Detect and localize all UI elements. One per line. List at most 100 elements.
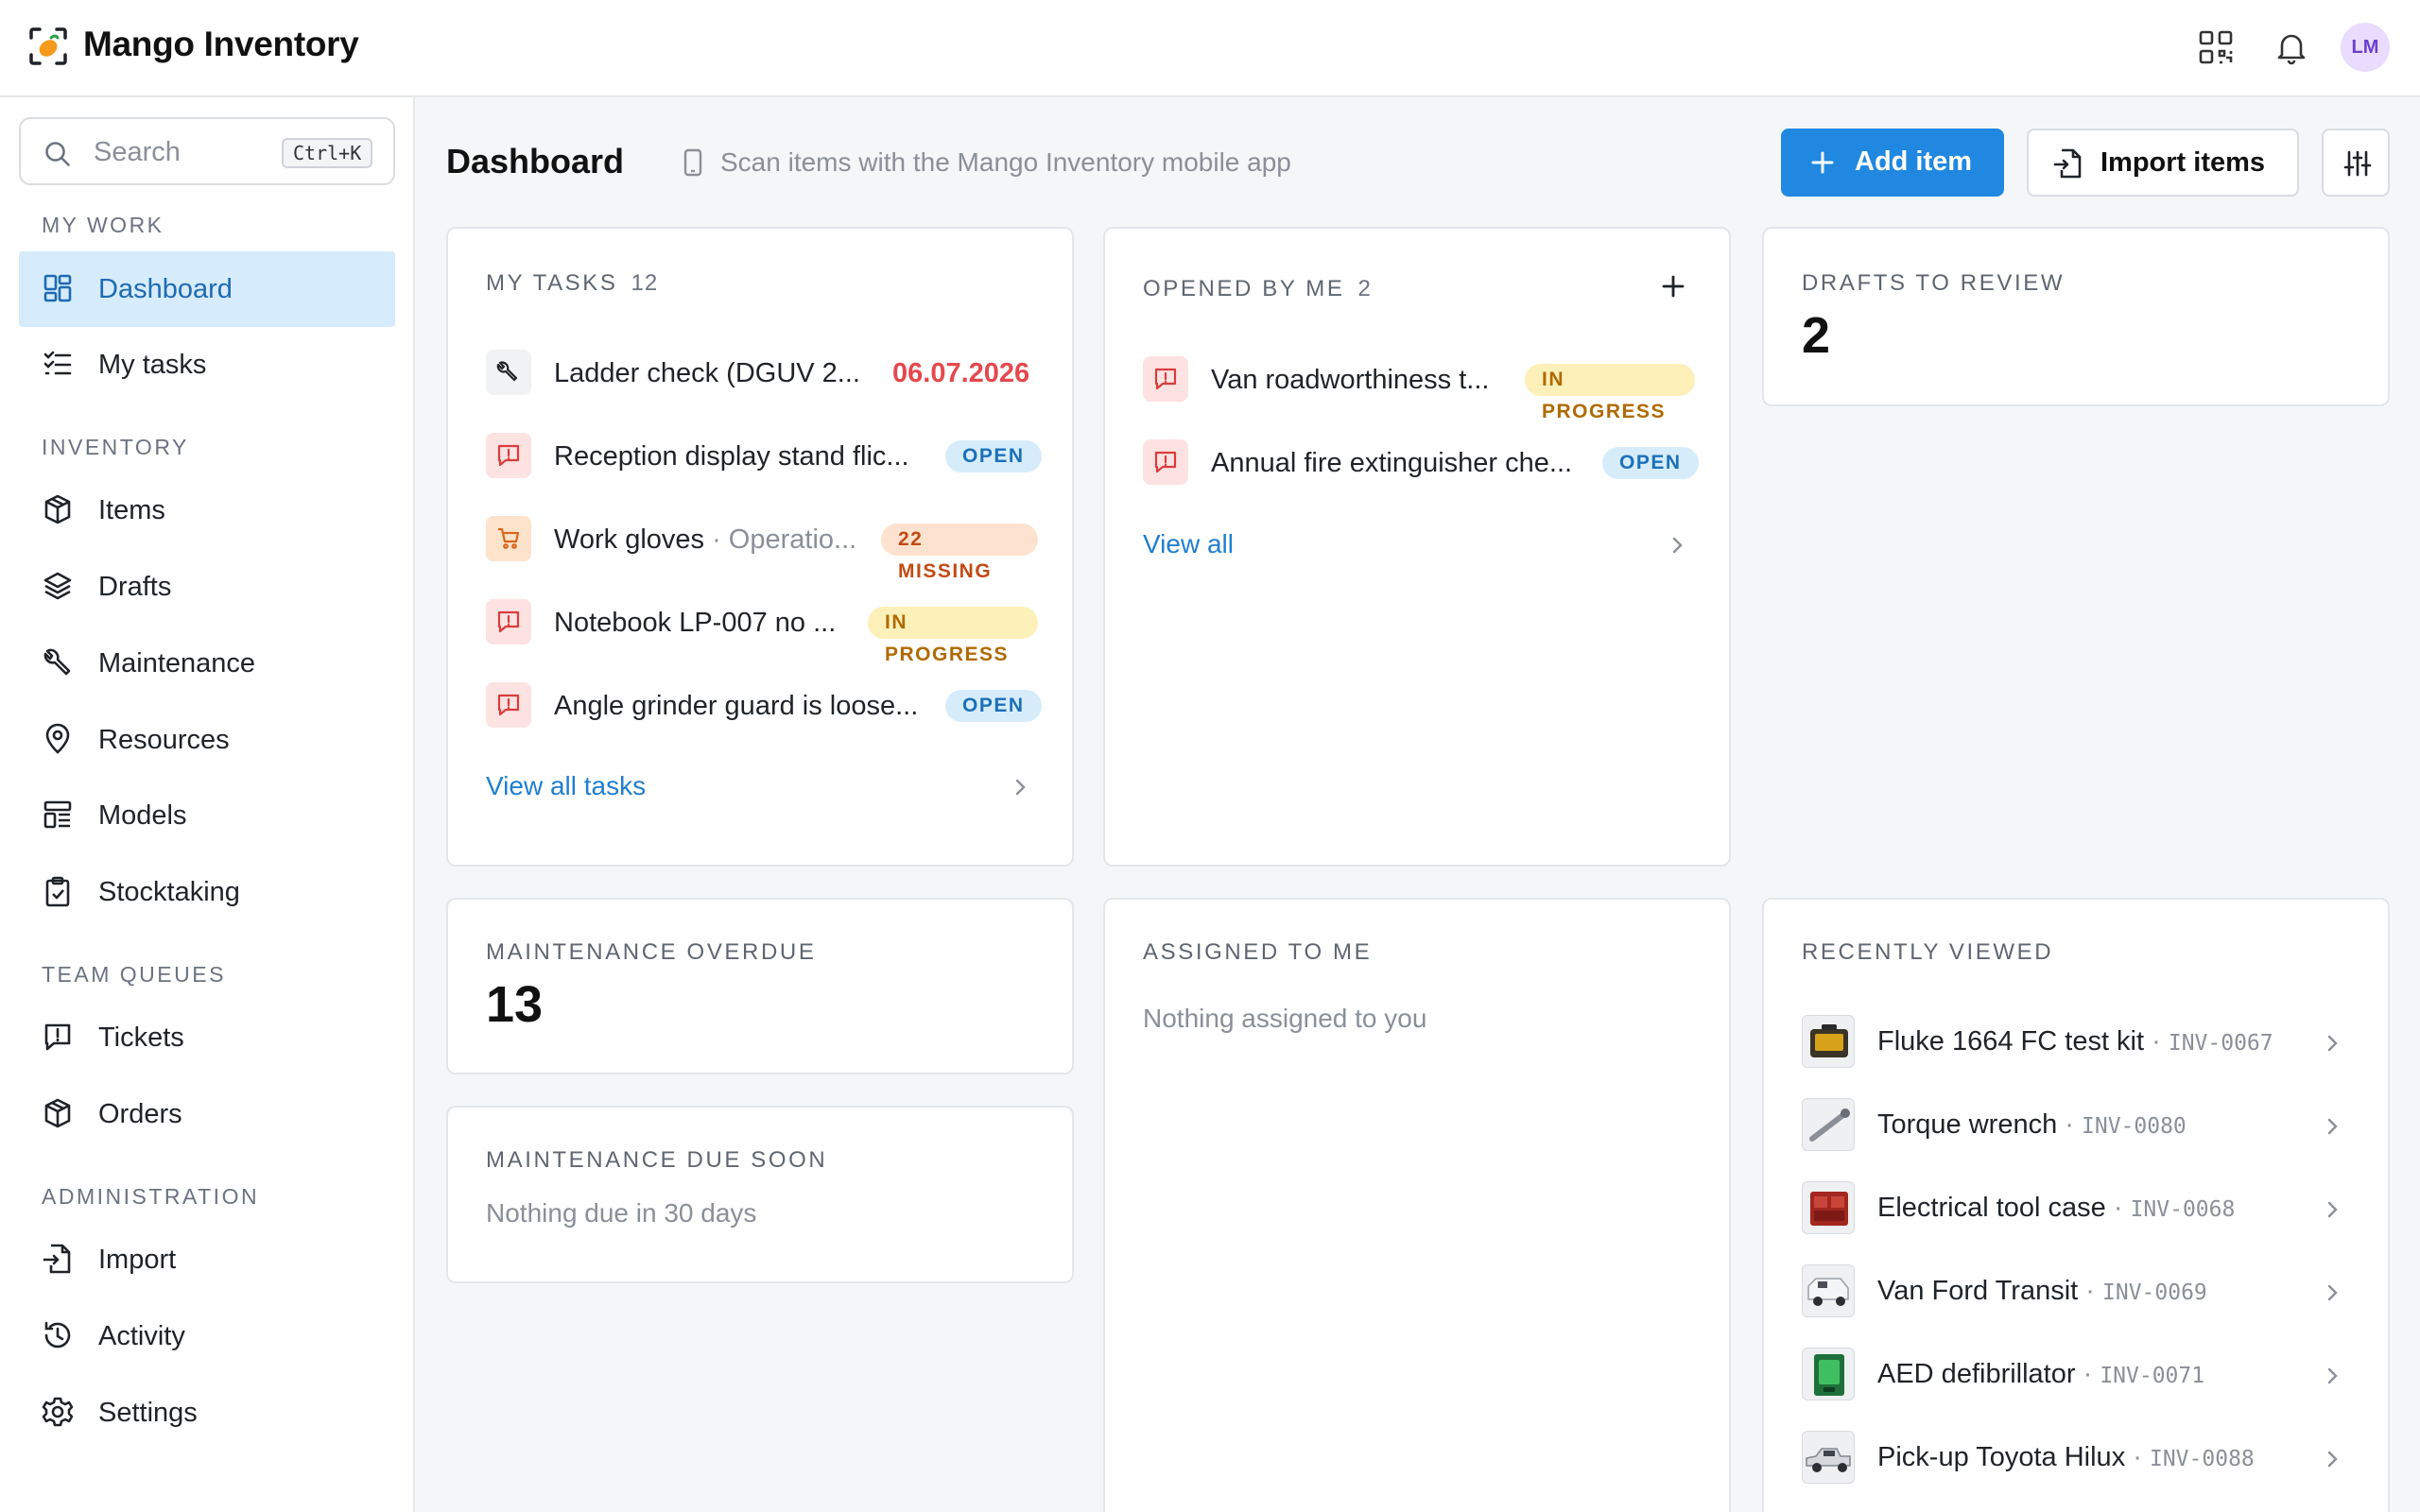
item-code: INV-0088: [2149, 1447, 2255, 1471]
location-pin-icon: [42, 723, 74, 755]
sidebar-item-label: Stocktaking: [98, 877, 240, 907]
chat-alert-icon: [42, 1021, 74, 1053]
customize-dashboard-button[interactable]: [2322, 129, 2390, 197]
sidebar-item-tickets[interactable]: Tickets: [19, 1000, 395, 1075]
sidebar-item-dashboard[interactable]: Dashboard: [19, 251, 395, 327]
separator: ·: [2105, 1193, 2131, 1223]
ticket-row[interactable]: Annual fire extinguisher che... OPEN: [1143, 438, 1699, 486]
recent-item[interactable]: Electrical tool case · INV-0068: [1802, 1181, 2369, 1238]
wrench-icon: [486, 350, 531, 395]
search-input[interactable]: Search Ctrl+K: [19, 117, 395, 185]
status-badge: 22 MISSING: [881, 524, 1038, 582]
item-name: Van Ford Transit · INV-0069: [1877, 1276, 2207, 1307]
add-item-button[interactable]: Add item: [1781, 129, 2004, 197]
task-title: Reception display stand flic...: [554, 441, 909, 472]
maintenance-overdue-card[interactable]: MAINTENANCE OVERDUE 13: [446, 898, 1074, 1074]
chat-alert-icon: [486, 682, 531, 728]
recent-item[interactable]: Fluke 1664 FC test kit · INV-0067: [1802, 1015, 2369, 1072]
item-name: AED defibrillator · INV-0071: [1877, 1359, 2204, 1390]
import-items-button[interactable]: Import items: [2027, 129, 2299, 197]
recent-item[interactable]: AED defibrillator · INV-0071: [1802, 1348, 2369, 1404]
add-ticket-button[interactable]: [1659, 272, 1687, 301]
sidebar-item-label: Drafts: [98, 572, 172, 602]
drafts-title: DRAFTS TO REVIEW: [1802, 270, 2066, 296]
sidebar-item-items[interactable]: Items: [19, 472, 395, 548]
chevron-right-icon[interactable]: [1668, 533, 1685, 558]
page-title: Dashboard: [446, 142, 625, 180]
chat-alert-icon: [1143, 439, 1188, 485]
sidebar-item-resources[interactable]: Resources: [19, 702, 395, 778]
recent-item[interactable]: Pick-up Toyota Hilux · INV-0088: [1802, 1431, 2369, 1487]
history-icon: [42, 1319, 74, 1351]
empty-state-text: Nothing assigned to you: [1143, 1004, 1427, 1033]
user-avatar[interactable]: LM: [2341, 23, 2390, 72]
item-code: INV-0068: [2130, 1197, 2236, 1222]
sidebar-item-orders[interactable]: Orders: [19, 1076, 395, 1152]
ticket-row[interactable]: Van roadworthiness t... IN PROGRESS: [1143, 355, 1695, 422]
sidebar-item-drafts[interactable]: Drafts: [19, 549, 395, 625]
maintenance-due-soon-title: MAINTENANCE DUE SOON: [486, 1147, 828, 1173]
cart-icon: [486, 516, 531, 561]
item-code: INV-0067: [2168, 1031, 2273, 1056]
item-name-text: Fluke 1664 FC test kit: [1877, 1026, 2145, 1057]
file-import-icon: [2053, 147, 2083, 180]
sidebar-item-label: Models: [98, 800, 187, 831]
sidebar-item-label: Settings: [98, 1398, 198, 1428]
qr-code-icon[interactable]: [2197, 28, 2235, 66]
item-thumbnail: [1802, 1098, 1855, 1151]
item-code: INV-0071: [2100, 1364, 2205, 1388]
sidebar-item-stocktaking[interactable]: Stocktaking: [19, 854, 395, 930]
box-icon: [42, 493, 74, 525]
sidebar-item-activity[interactable]: Activity: [19, 1298, 395, 1374]
maintenance-due-soon-card[interactable]: MAINTENANCE DUE SOON Nothing due in 30 d…: [446, 1106, 1074, 1283]
task-subtitle: · Operatio...: [704, 524, 857, 555]
task-row[interactable]: Ladder check (DGUV 2... 06.07.2026: [486, 349, 1038, 396]
sidebar-item-my-tasks[interactable]: My tasks: [19, 327, 395, 403]
import-items-label: Import items: [2100, 147, 2266, 178]
dashboard-icon: [42, 272, 74, 304]
chevron-right-icon[interactable]: [1011, 775, 1028, 799]
drafts-to-review-card[interactable]: DRAFTS TO REVIEW 2: [1762, 227, 2390, 406]
mango-logo-icon[interactable]: [28, 26, 68, 66]
task-row[interactable]: Work gloves · Operatio... 22 MISSING: [486, 515, 1038, 582]
sidebar-item-label: Maintenance: [98, 648, 256, 679]
task-row[interactable]: Reception display stand flic... OPEN: [486, 432, 1042, 479]
section-inventory: INVENTORY: [42, 435, 189, 459]
task-row[interactable]: Notebook LP-007 no ... IN PROGRESS: [486, 598, 1038, 665]
layers-icon: [42, 570, 74, 602]
sidebar-item-maintenance[interactable]: Maintenance: [19, 626, 395, 701]
recent-item[interactable]: Van Ford Transit · INV-0069: [1802, 1264, 2369, 1321]
item-name-text: Van Ford Transit: [1877, 1276, 2079, 1306]
status-badge: IN PROGRESS: [1525, 364, 1695, 422]
sidebar-item-settings[interactable]: Settings: [19, 1375, 395, 1451]
task-row[interactable]: Angle grinder guard is loose... OPEN: [486, 681, 1042, 729]
item-code: INV-0069: [2102, 1280, 2207, 1305]
recent-item[interactable]: Torque wrench · INV-0080: [1802, 1098, 2369, 1155]
chat-alert-icon: [1143, 356, 1188, 402]
sidebar-item-models[interactable]: Models: [19, 778, 395, 853]
view-all-tasks-link[interactable]: View all tasks: [486, 771, 646, 801]
item-name-text: Electrical tool case: [1877, 1193, 2106, 1223]
sliders-icon: [2343, 150, 2372, 177]
item-name: Pick-up Toyota Hilux · INV-0088: [1877, 1442, 2255, 1473]
sidebar: Search Ctrl+K MY WORK Dashboard My tasks…: [0, 97, 415, 1512]
chat-alert-icon: [486, 433, 531, 478]
sidebar-item-import[interactable]: Import: [19, 1222, 395, 1297]
search-placeholder: Search: [94, 137, 181, 167]
chevron-right-icon: [2324, 1197, 2341, 1222]
sidebar-item-label: Resources: [98, 725, 230, 755]
item-thumbnail: [1802, 1348, 1855, 1400]
view-all-link[interactable]: View all: [1143, 529, 1234, 559]
section-my-work: MY WORK: [42, 213, 164, 237]
add-item-label: Add item: [1855, 146, 1973, 177]
separator: ·: [2144, 1026, 2169, 1057]
item-name-text: AED defibrillator: [1877, 1359, 2076, 1389]
plus-icon: [1662, 275, 1685, 298]
ticket-count: 2: [1357, 276, 1372, 301]
section-team-queues: TEAM QUEUES: [42, 962, 226, 987]
recently-viewed-card: RECENTLY VIEWED Fluke 1664 FC test kit ·…: [1762, 898, 2390, 1512]
chevron-right-icon: [2324, 1031, 2341, 1056]
bell-icon[interactable]: [2273, 28, 2310, 66]
ticket-title: Annual fire extinguisher che...: [1211, 448, 1573, 478]
opened-by-me-title: OPENED BY ME 2: [1143, 276, 1372, 302]
